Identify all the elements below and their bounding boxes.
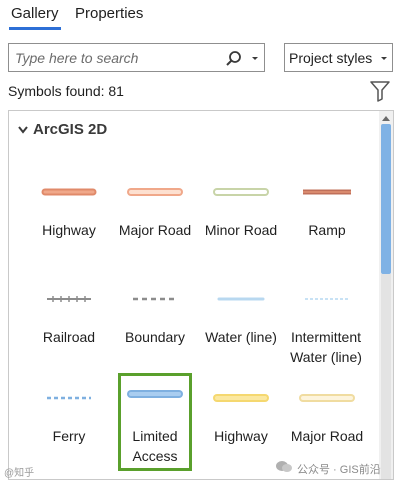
styles-dropdown[interactable]: Project styles	[284, 43, 393, 72]
symbol-swatch	[217, 297, 265, 301]
scrollbar-thumb[interactable]	[381, 124, 391, 274]
symbol-label: Water (line)	[205, 329, 277, 345]
search-icon[interactable]	[225, 50, 242, 67]
symbol-swatch	[127, 188, 183, 196]
symbol-swatch	[127, 390, 183, 398]
symbol-item[interactable]: Minor Road	[204, 171, 278, 261]
symbol-item[interactable]: Highway	[32, 171, 106, 261]
search-box	[8, 43, 265, 72]
symbol-label: Ferry	[52, 428, 86, 444]
symbol-label: Railroad	[42, 329, 96, 345]
symbol-item[interactable]: Highway	[204, 377, 278, 467]
styles-dropdown-label: Project styles	[289, 50, 373, 66]
symbols-found-count: Symbols found: 81	[8, 83, 124, 99]
filter-icon[interactable]	[370, 80, 390, 102]
symbol-swatch	[133, 297, 177, 301]
symbol-swatch	[303, 189, 351, 195]
symbol-label: Boundary	[125, 329, 185, 345]
symbol-label: Major Road	[290, 428, 364, 444]
symbol-swatch	[299, 394, 355, 402]
symbol-label: Highway	[42, 222, 96, 238]
symbol-label: Ramp	[308, 222, 346, 238]
symbol-item[interactable]: Intermittent Water (line)	[290, 278, 364, 368]
tab-gallery[interactable]: Gallery	[9, 5, 61, 30]
symbol-swatch	[213, 394, 269, 402]
symbol-item[interactable]: Limited Access	[118, 373, 192, 471]
symbol-swatch	[41, 188, 97, 196]
symbol-swatch	[47, 396, 91, 400]
symbol-item[interactable]: Railroad	[32, 278, 106, 368]
chevron-down-icon	[18, 126, 28, 134]
group-label: ArcGIS 2D	[33, 121, 108, 138]
scrollbar-track[interactable]	[381, 274, 391, 479]
chevron-down-icon[interactable]	[249, 50, 261, 66]
symbol-gallery: ArcGIS 2D Highway Major Road Minor Road Ram…	[8, 110, 394, 480]
symbol-item[interactable]: Ramp	[290, 171, 364, 261]
symbol-swatch	[213, 188, 269, 196]
symbol-swatch	[47, 296, 91, 302]
chevron-down-icon	[381, 57, 387, 60]
scroll-up-icon[interactable]	[381, 114, 391, 122]
symbol-label: Major Road	[118, 222, 192, 238]
symbol-label: Highway	[214, 428, 268, 444]
symbol-label: Limited Access	[132, 428, 178, 464]
symbol-item[interactable]: Major Road	[118, 171, 192, 261]
symbol-label: Intermittent Water (line)	[290, 329, 362, 365]
watermark-right-text: 公众号 · GIS前沿	[297, 464, 381, 476]
tab-bar: Gallery Properties	[0, 0, 401, 32]
watermark-left: @知乎	[4, 468, 35, 479]
vertical-scrollbar[interactable]	[379, 111, 393, 479]
symbol-swatch	[305, 298, 349, 300]
symbol-item[interactable]: Boundary	[118, 278, 192, 368]
symbol-item[interactable]: Major Road	[290, 377, 364, 467]
symbol-item[interactable]: Water (line)	[204, 278, 278, 368]
wechat-icon	[276, 461, 292, 472]
symbol-item[interactable]: Ferry	[32, 377, 106, 467]
symbol-label: Minor Road	[204, 222, 278, 238]
tab-properties[interactable]: Properties	[73, 5, 145, 27]
search-input[interactable]	[15, 48, 215, 68]
